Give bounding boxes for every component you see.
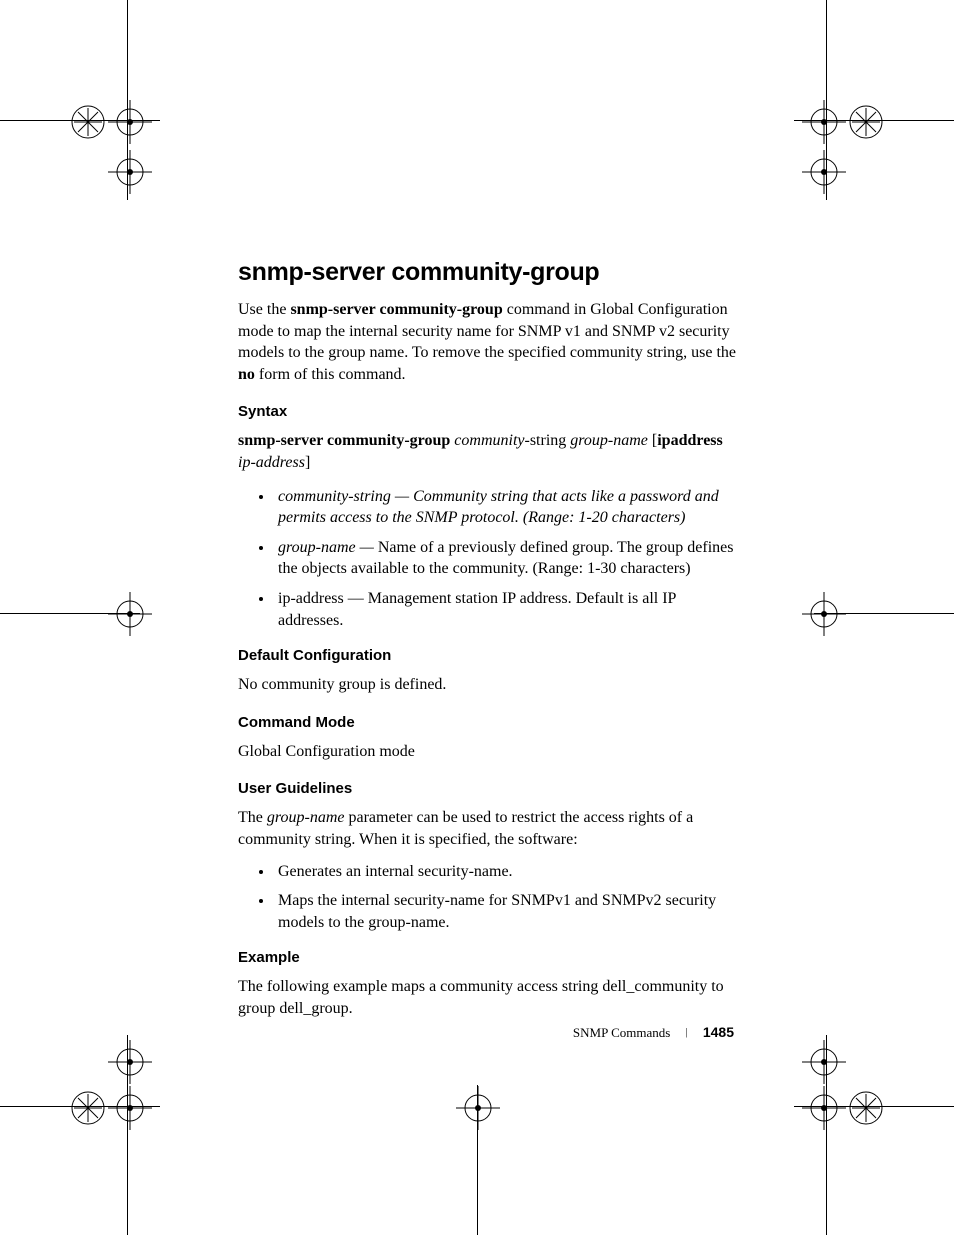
- command-mode-body: Global Configuration mode: [238, 741, 738, 763]
- page-title: snmp-server community-group: [238, 258, 738, 287]
- registration-mark-icon: [108, 1040, 152, 1084]
- registration-mark-icon: [108, 100, 152, 144]
- list-item: group-name — Name of a previously define…: [274, 537, 738, 580]
- syntax-heading: Syntax: [238, 403, 738, 420]
- registration-mark-icon: [802, 1086, 846, 1130]
- registration-mark-icon: [456, 1086, 500, 1130]
- registration-mark-icon: [802, 100, 846, 144]
- corner-target-icon: [844, 100, 888, 144]
- intro-paragraph: Use the snmp-server community-group comm…: [238, 299, 738, 385]
- user-guidelines-body: The group-name parameter can be used to …: [238, 807, 738, 850]
- page-content: snmp-server community-group Use the snmp…: [238, 258, 738, 1037]
- default-config-body: No community group is defined.: [238, 674, 738, 696]
- registration-mark-icon: [802, 150, 846, 194]
- list-item: ip-address — Management station IP addre…: [274, 588, 738, 631]
- corner-target-icon: [66, 100, 110, 144]
- registration-mark-icon: [108, 1086, 152, 1130]
- corner-target-icon: [844, 1086, 888, 1130]
- syntax-bullets: community-string — Community string that…: [238, 486, 738, 632]
- registration-mark-icon: [108, 592, 152, 636]
- command-mode-heading: Command Mode: [238, 714, 738, 731]
- registration-mark-icon: [802, 592, 846, 636]
- footer-separator-icon: |: [686, 1027, 688, 1038]
- syntax-line: snmp-server community-group community-st…: [238, 430, 738, 473]
- default-config-heading: Default Configuration: [238, 647, 738, 664]
- list-item: Generates an internal security-name.: [274, 861, 738, 883]
- user-guidelines-bullets: Generates an internal security-name. Map…: [238, 861, 738, 934]
- registration-mark-icon: [802, 1040, 846, 1084]
- example-heading: Example: [238, 949, 738, 966]
- footer-section: SNMP Commands: [573, 1025, 670, 1040]
- list-item: community-string — Community string that…: [274, 486, 738, 529]
- corner-target-icon: [66, 1086, 110, 1130]
- example-body: The following example maps a community a…: [238, 976, 738, 1019]
- page-footer: SNMP Commands | 1485: [573, 1024, 734, 1041]
- page-number: 1485: [703, 1024, 734, 1040]
- list-item: Maps the internal security-name for SNMP…: [274, 890, 738, 933]
- registration-mark-icon: [108, 150, 152, 194]
- user-guidelines-heading: User Guidelines: [238, 780, 738, 797]
